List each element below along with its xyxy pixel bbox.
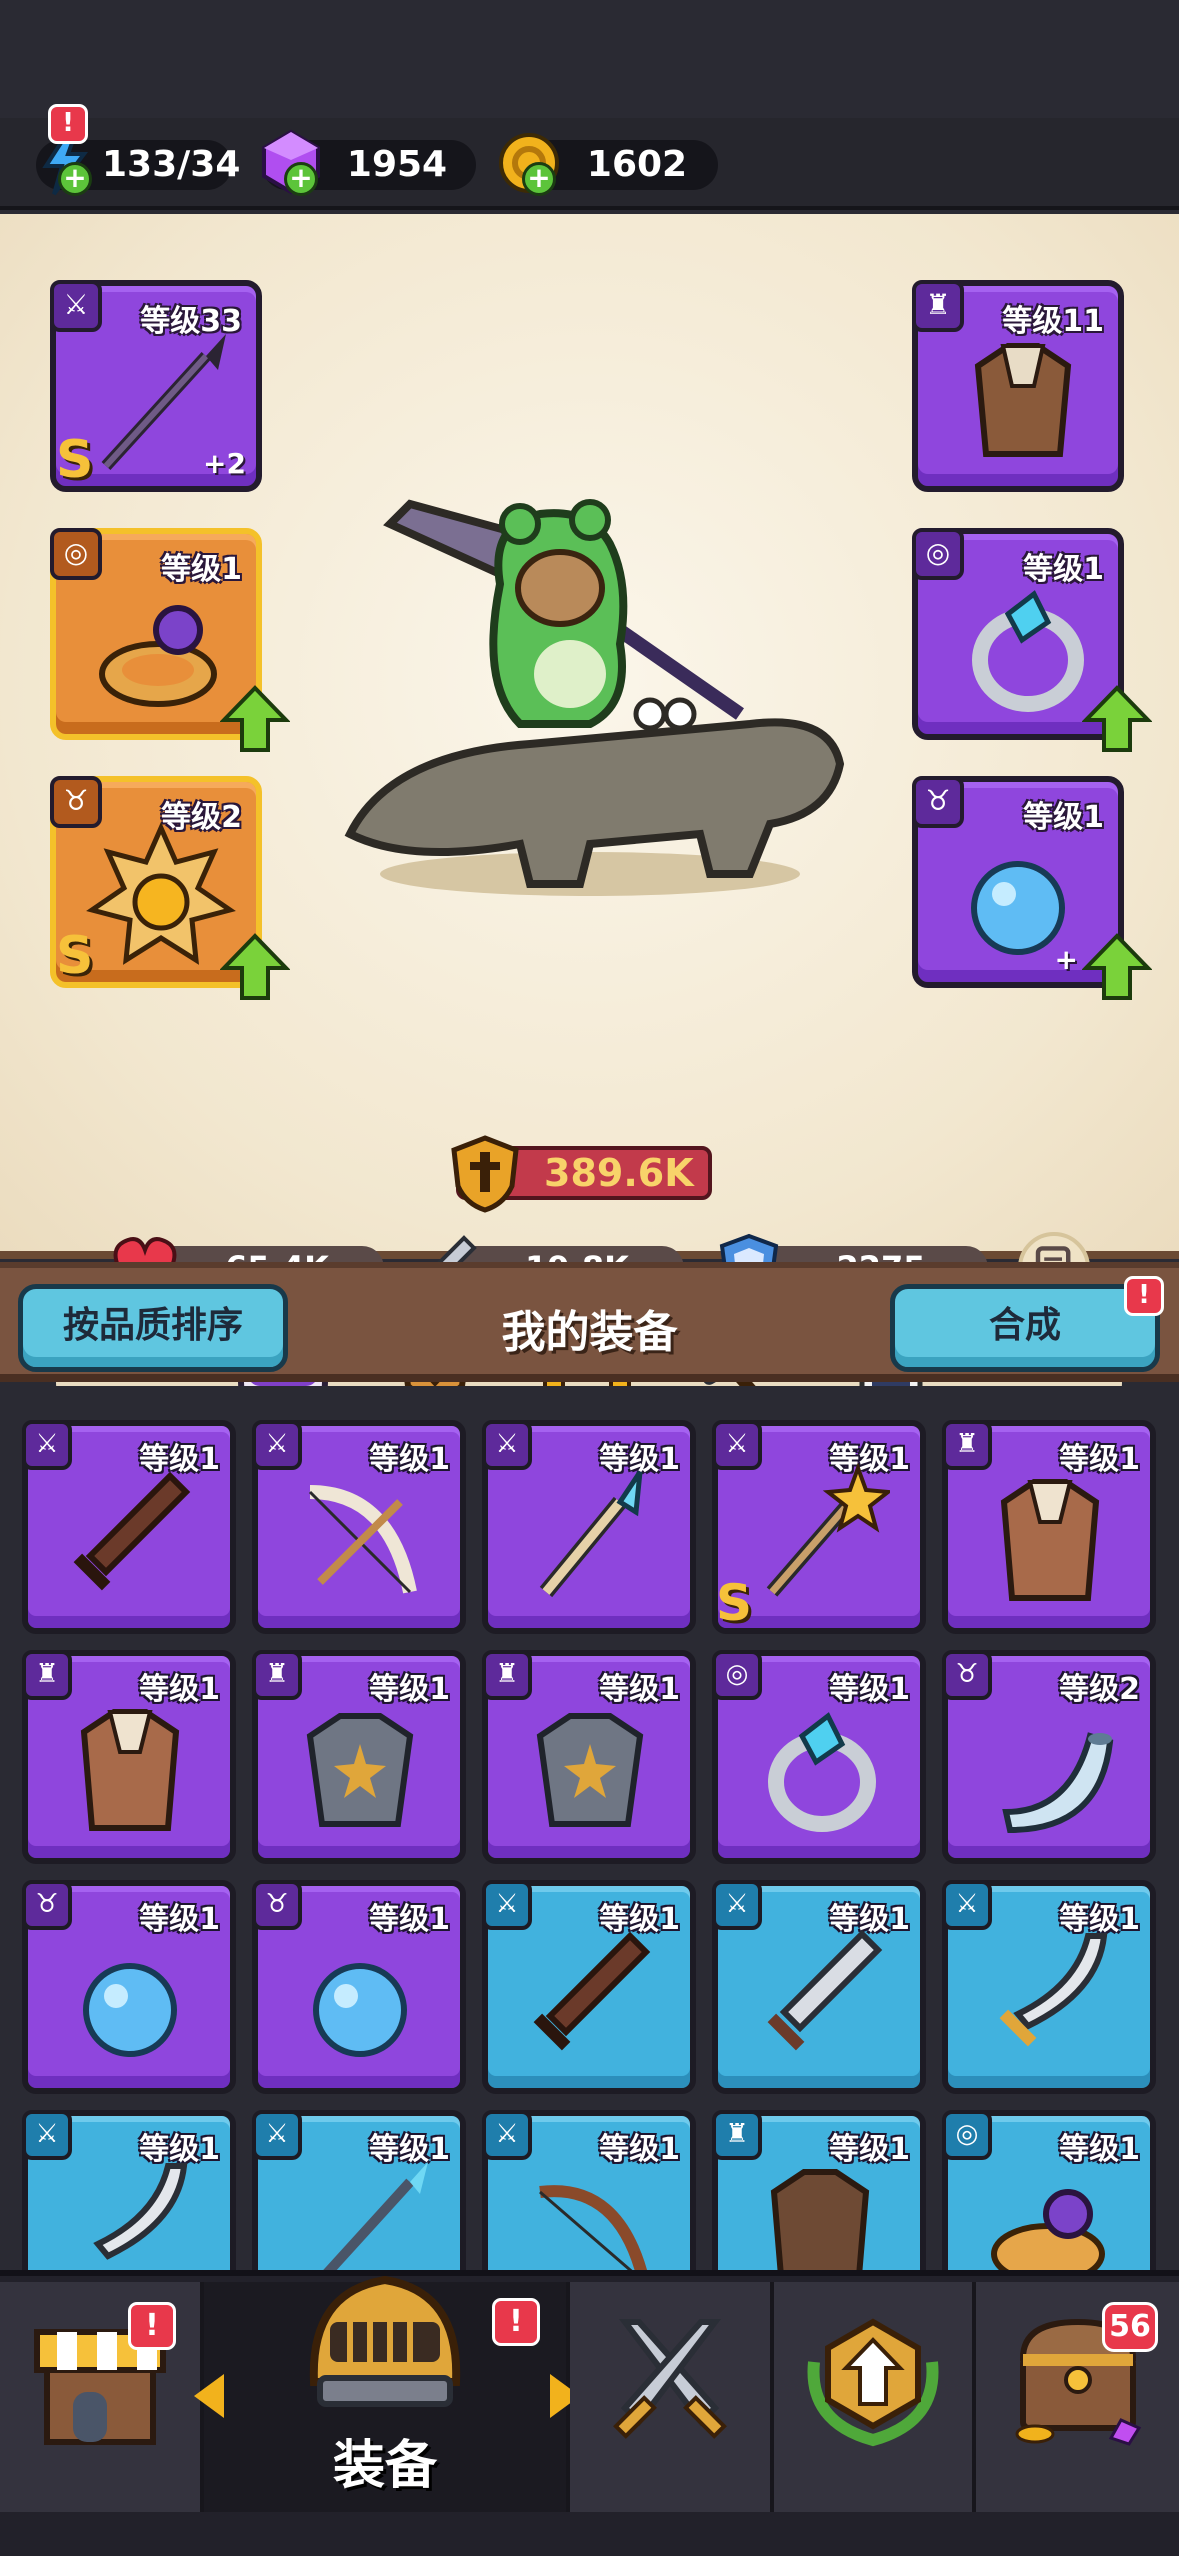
equipment-item[interactable]: ⚔ 等级1 (712, 1880, 926, 2094)
chest-count-badge: 56 (1102, 2302, 1158, 2352)
star-wand-icon (766, 1462, 890, 1597)
wooden-bow-icon (539, 2185, 647, 2270)
hero-panel: ⚔ 等级33 S +2 ◎ 等级1 ♉ 等级2 S ♜ 等级11 ◎ 等级1 ♉… (0, 214, 1179, 1457)
armor-type-icon: ♜ (912, 280, 964, 332)
equipment-item[interactable]: ◎ 等级1 (942, 2110, 1156, 2270)
tab-equipment-label: 装备 (332, 2436, 437, 2496)
bracelet-slot[interactable]: ◎ 等级1 (912, 528, 1152, 752)
ring-slot[interactable]: ◎ 等级1 (50, 528, 290, 752)
equipment-item[interactable]: ♜ 等级1 (482, 1650, 696, 1864)
ring-type-icon: ◎ (50, 528, 102, 580)
equipment-header: 按品质排序 我的装备 合成 ! (0, 1262, 1179, 1382)
orb-pendant-icon (83, 1963, 177, 2057)
equipment-item[interactable]: ♜ 等级1 (942, 1420, 1156, 1634)
curved-sword-icon (93, 2163, 188, 2260)
amulet-slot[interactable]: ♉ 等级2 S (50, 776, 290, 1000)
item-rank: S (716, 1574, 753, 1632)
add-gem-icon[interactable]: + (284, 162, 318, 196)
equipment-item[interactable]: ⚔ 等级1 (482, 2110, 696, 2270)
steel-sword-icon (767, 1929, 883, 2051)
gem-counter[interactable]: + 1954 (262, 129, 476, 196)
gem-value: 1954 (346, 144, 448, 185)
equipment-item[interactable]: ♜ 等级1 (22, 1650, 236, 1864)
coin-counter[interactable]: + 1602 (499, 133, 718, 196)
equipment-item[interactable]: ⚔ 等级1 (22, 1420, 236, 1634)
merge-alert-badge: ! (1124, 1276, 1164, 1316)
combat-power: 389.6K (451, 1135, 712, 1213)
weapon-slot[interactable]: ⚔ 等级33 S +2 (50, 280, 262, 492)
equipment-item[interactable]: ⚔ 等级1 (482, 1880, 696, 2094)
upgrade-arrow-icon (1082, 933, 1152, 1000)
equipment-item[interactable]: ⚔ 等级1 (252, 2110, 466, 2270)
upgrade-arrow-icon (1082, 685, 1152, 752)
fur-armor-icon (770, 2169, 870, 2270)
upgrade-arrow-icon (220, 933, 290, 1000)
equipment-item[interactable]: ⚔ 等级1 (942, 1880, 1156, 2094)
equipment-alert-badge: ! (492, 2298, 540, 2346)
energy-value: 133/34 (102, 144, 241, 185)
combat-power-value: 389.6K (544, 1151, 694, 1195)
shop-alert-badge: ! (128, 2302, 176, 2350)
equipment-item[interactable]: ♉ 等级1 (22, 1880, 236, 2094)
necklace-slot[interactable]: ♉ 等级1 + (912, 776, 1152, 1000)
equipment-item[interactable]: ⚔ 等级1 S (712, 1420, 926, 1634)
sun-medallion-icon (86, 822, 236, 965)
wooden-sword-icon (73, 1471, 191, 1591)
energy-counter[interactable]: + 133/34 ! (36, 104, 240, 196)
crystal-ring-icon (972, 590, 1084, 712)
ring-icon (99, 605, 217, 707)
upgrade-arrow-icon (220, 685, 290, 752)
fur-armor-icon (974, 343, 1072, 457)
crossed-swords-icon (613, 2319, 727, 2439)
armor-slot[interactable]: ♜ 等级11 (912, 280, 1124, 492)
equipment-item[interactable]: ♉ 等级2 (942, 1650, 1156, 1864)
power-shield-icon (451, 1135, 519, 1213)
ring-icon (991, 2189, 1105, 2270)
equipment-item[interactable]: ◎ 等级1 (712, 1650, 926, 1864)
crystal-ring-icon (768, 1712, 876, 1832)
tab-battle[interactable] (570, 2282, 774, 2512)
curved-sword-icon (999, 1933, 1108, 2047)
bottom-navigation: ! ! 装备 56 (0, 2270, 1179, 2556)
add-energy-icon[interactable]: + (58, 162, 92, 196)
weapon-rank: S (56, 430, 94, 490)
orb-pendant-icon (313, 1963, 407, 2057)
equipment-item[interactable]: ♜ 等级1 (712, 2110, 926, 2270)
necklace-plus: + (1054, 943, 1078, 976)
equipment-grid: ⚔ 等级1 ⚔ 等级1 ⚔ 等级1 ⚔ 等级1 S ♜ 等级1 ♜ 等级1 ♜ … (0, 1386, 1179, 2270)
leather-vest-icon (1000, 1479, 1100, 1601)
tab-upgrade[interactable] (774, 2282, 976, 2512)
merge-button[interactable]: 合成 (890, 1284, 1160, 1372)
amulet-type-icon: ♉ (50, 776, 102, 828)
leather-vest-icon (80, 1709, 180, 1831)
necklace-type-icon: ♉ (912, 776, 964, 828)
equipment-item[interactable]: ♉ 等级1 (252, 1880, 466, 2094)
hero-character (344, 499, 845, 896)
upgrade-emblem-icon (807, 2318, 939, 2447)
sword-type-icon: ⚔ (50, 280, 102, 332)
prev-arrow-icon[interactable] (194, 2374, 224, 2418)
amulet-rank: S (56, 926, 94, 986)
crystal-staff-icon (539, 1470, 643, 1598)
coin-value: 1602 (586, 144, 688, 185)
horn-icon (1002, 1732, 1114, 1834)
weapon-plus: +2 (203, 447, 246, 480)
equipment-item[interactable]: ⚔ 等级1 (482, 1420, 696, 1634)
bone-bow-icon (308, 1485, 417, 1594)
game-screen: { "resources": { "energy": "133/34", "ge… (0, 0, 1179, 2556)
tab-equipment[interactable]: ! 装备 (194, 2275, 580, 2512)
plate-armor-icon (306, 1713, 414, 1827)
tab-shop[interactable]: ! (0, 2282, 204, 2512)
equipment-item[interactable]: ⚔ 等级1 (252, 1420, 466, 1634)
tab-chest[interactable]: 56 (976, 2282, 1179, 2512)
add-coin-icon[interactable]: + (522, 162, 556, 196)
resource-bar: + 133/34 ! + 1954 + 1602 (0, 104, 1179, 210)
equipment-item[interactable]: ⚔ 等级1 (22, 2110, 236, 2270)
wooden-sword-icon (533, 1931, 651, 2051)
energy-alert-badge: ! (48, 104, 88, 144)
helmet-icon (309, 2275, 461, 2407)
plate-armor-icon (536, 1713, 644, 1827)
bracelet-type-icon: ◎ (912, 528, 964, 580)
equipment-item[interactable]: ♜ 等级1 (252, 1650, 466, 1864)
